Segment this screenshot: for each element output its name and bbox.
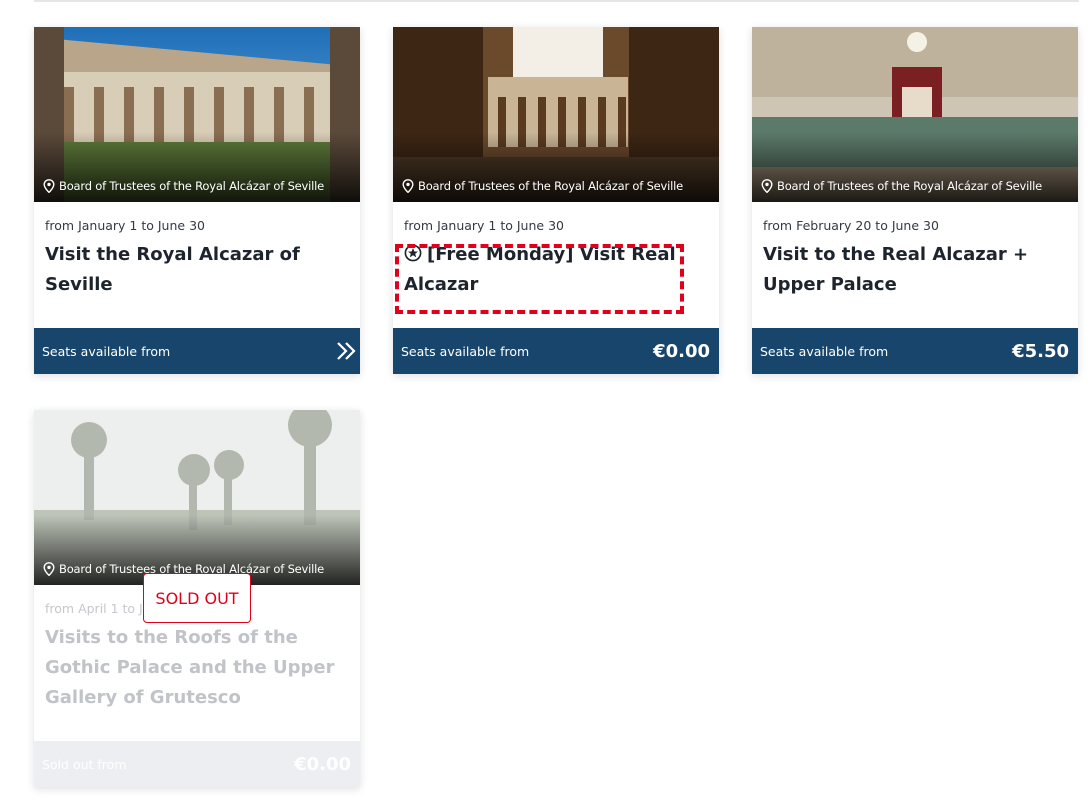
soldout-footer: Sold out from €0.00	[34, 741, 360, 787]
venue-name: Board of Trustees of the Royal Alcázar o…	[418, 179, 684, 193]
event-dates: from January 1 to June 30	[404, 218, 564, 233]
venue-name: Board of Trustees of the Royal Alcázar o…	[59, 179, 325, 193]
event-dates: from January 1 to June 30	[45, 218, 205, 233]
price: €0.00	[653, 340, 710, 362]
event-title[interactable]: Visits to the Roofs of the Gothic Palace…	[45, 623, 349, 713]
event-photo: Board of Trustees of the Royal Alcázar o…	[34, 410, 360, 585]
event-card-upper-palace[interactable]: Board of Trustees of the Royal Alcázar o…	[752, 27, 1078, 374]
event-card-royal-alcazar[interactable]: Board of Trustees of the Royal Alcázar o…	[34, 27, 360, 374]
seats-label: Seats available from	[760, 343, 889, 359]
price: €5.50	[1012, 340, 1069, 362]
price: €0.00	[294, 753, 351, 775]
seats-footer[interactable]: Seats available from	[34, 328, 360, 374]
venue-label: Board of Trustees of the Royal Alcázar o…	[43, 179, 324, 193]
seats-footer[interactable]: Seats available from €5.50	[752, 328, 1078, 374]
event-dates: from February 20 to June 30	[763, 218, 939, 233]
seats-label: Seats available from	[42, 343, 171, 359]
venue-label: Board of Trustees of the Royal Alcázar o…	[402, 179, 683, 193]
venue-name: Board of Trustees of the Royal Alcázar o…	[777, 179, 1043, 193]
location-pin-icon	[43, 562, 55, 576]
highlight-box	[395, 244, 684, 314]
location-pin-icon	[402, 179, 414, 193]
sold-out-badge: SOLD OUT	[143, 573, 251, 623]
top-divider	[34, 0, 1079, 2]
event-photo: Board of Trustees of the Royal Alcázar o…	[34, 27, 360, 202]
event-photo: Board of Trustees of the Royal Alcázar o…	[393, 27, 719, 202]
event-title[interactable]: Visit to the Real Alcazar + Upper Palace	[763, 240, 1067, 300]
event-title[interactable]: Visit the Royal Alcazar of Seville	[45, 240, 349, 300]
location-pin-icon	[761, 179, 773, 193]
event-card-free-monday[interactable]: Board of Trustees of the Royal Alcázar o…	[393, 27, 719, 374]
event-photo: Board of Trustees of the Royal Alcázar o…	[752, 27, 1078, 202]
venue-label: Board of Trustees of the Royal Alcázar o…	[761, 179, 1042, 193]
soldout-label: Sold out from	[42, 756, 127, 772]
seats-label: Seats available from	[401, 343, 530, 359]
location-pin-icon	[43, 179, 55, 193]
seats-footer[interactable]: Seats available from €0.00	[393, 328, 719, 374]
double-chevron-right-icon[interactable]	[335, 340, 357, 362]
